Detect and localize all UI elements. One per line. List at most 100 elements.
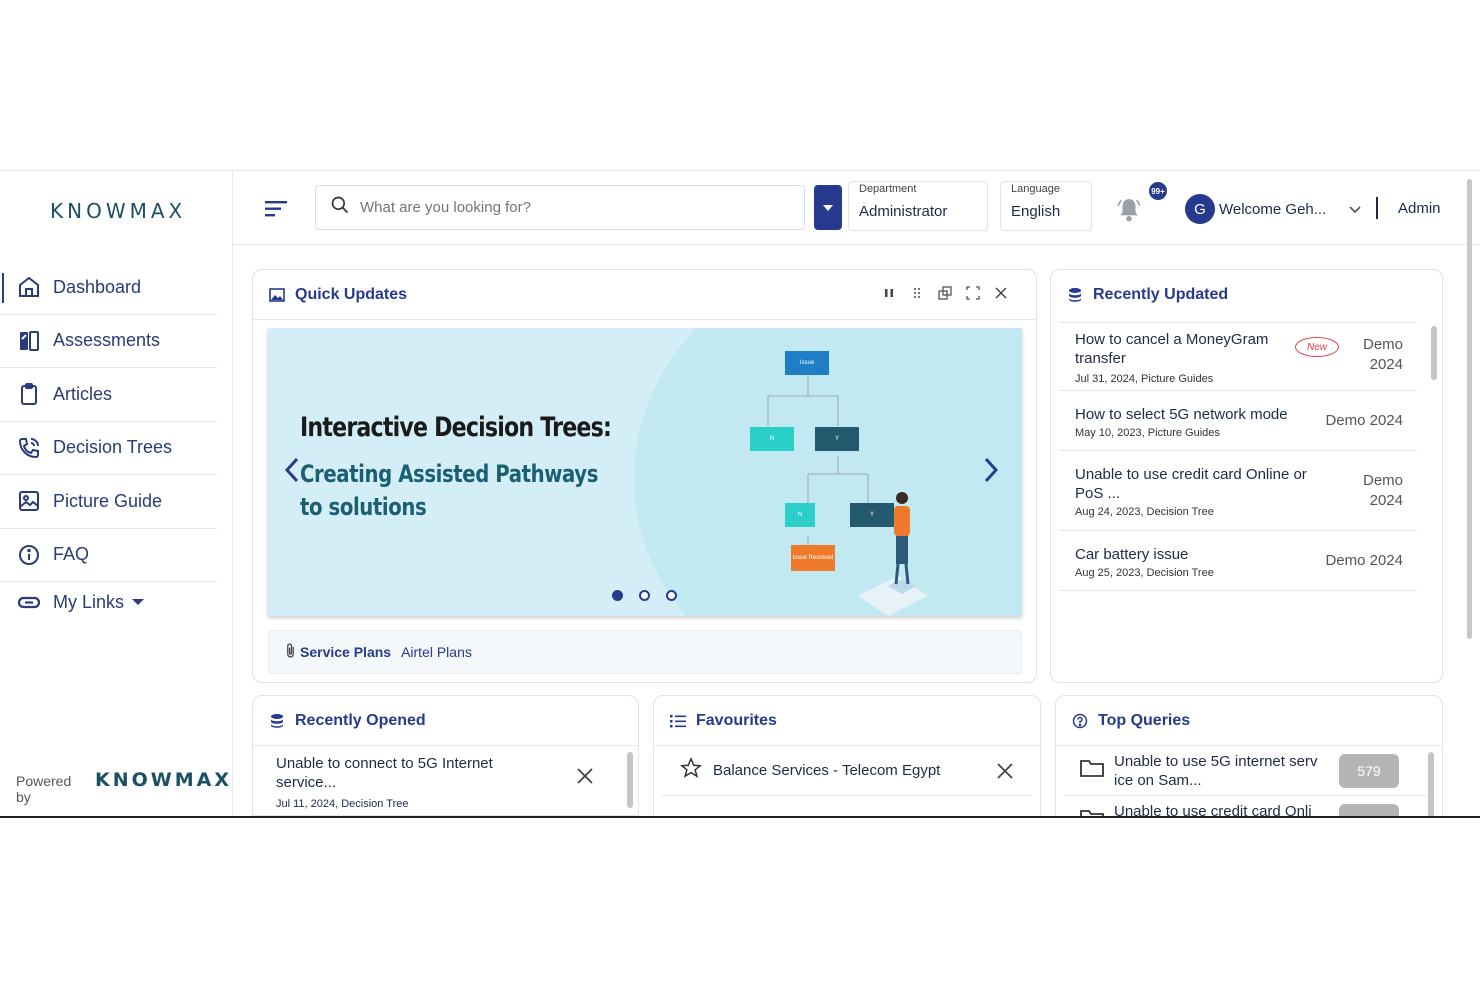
quick-updates-banner[interactable]: Interactive Decision Trees: Creating Ass… — [268, 328, 1022, 616]
service-plans-link[interactable]: Service Plans — [300, 644, 391, 660]
recently-opened-title: Recently Opened — [295, 711, 426, 729]
list-scrollbar[interactable] — [627, 752, 633, 808]
list-scrollbar[interactable] — [1428, 752, 1434, 818]
banner-subheading: Creating Assisted Pathways to solutions — [300, 460, 599, 521]
item-title[interactable]: Unable to use credit card Online or PoS … — [1075, 465, 1330, 503]
item-meta: Aug 24, 2023, Decision Tree — [1075, 506, 1214, 518]
department-value: Administrator — [859, 203, 948, 220]
item-title[interactable]: Unable to connect to 5G Internet service… — [276, 754, 536, 792]
remove-icon[interactable] — [576, 767, 594, 785]
tree-node-yes-2: Y — [850, 503, 894, 527]
item-meta: Jul 11, 2024, Decision Tree — [276, 798, 409, 810]
brand-logo[interactable]: KNOWMAX — [50, 199, 186, 223]
item-title[interactable]: How to cancel a MoneyGram transfer — [1075, 330, 1285, 368]
sidebar-item-articles[interactable]: Articles — [0, 368, 217, 422]
list-scrollbar[interactable] — [1431, 326, 1437, 380]
favourites-title: Favourites — [696, 711, 777, 729]
role-label[interactable]: Admin — [1398, 200, 1441, 217]
pause-icon[interactable] — [882, 286, 896, 300]
item-title[interactable]: Unable to use 5G internet serv ice on Sa… — [1114, 752, 1334, 790]
recently-opened-card: Recently Opened Unable to connect to 5G … — [252, 695, 639, 818]
notification-bell-icon[interactable] — [1116, 197, 1144, 223]
carousel-prev-icon[interactable] — [283, 456, 301, 484]
item-title[interactable]: Car battery issue — [1075, 545, 1285, 564]
tree-node-issue: Issue — [785, 351, 829, 375]
image-icon — [16, 488, 42, 514]
language-select[interactable]: Language English — [1000, 181, 1092, 231]
popout-icon[interactable] — [938, 286, 952, 300]
carousel-next-icon[interactable] — [982, 456, 1000, 484]
tree-node-yes: Y — [815, 427, 859, 451]
sidebar-item-decision-trees[interactable]: Decision Trees — [0, 422, 217, 475]
sidebar-item-label: Dashboard — [53, 276, 142, 297]
department-select[interactable]: Department Administrator — [848, 181, 988, 231]
powered-by: Powered by KNOWMAX — [16, 769, 232, 805]
recently-opened-header: Recently Opened — [253, 696, 638, 746]
list-item[interactable]: How to cancel a MoneyGram transfer New J… — [1059, 323, 1417, 391]
home-icon — [16, 274, 42, 300]
notification-count-badge: 99+ — [1149, 182, 1167, 200]
search-box[interactable] — [315, 185, 805, 230]
new-badge: New — [1295, 337, 1339, 357]
caret-down-icon — [823, 204, 833, 211]
item-tag: Demo 2024 — [1325, 412, 1403, 429]
clipboard-icon — [16, 381, 42, 407]
powered-by-label: Powered by — [16, 773, 72, 805]
list-item[interactable]: Unable to connect to 5G Internet service… — [253, 746, 638, 816]
carousel-dots — [612, 590, 677, 601]
sidebar-item-label: Picture Guide — [53, 490, 163, 511]
powered-by-logo: KNOWMAX — [95, 769, 232, 791]
favourites-card: Favourites Balance Services - Telecom Eg… — [653, 695, 1041, 818]
recently-updated-list: How to cancel a MoneyGram transfer New J… — [1059, 322, 1417, 591]
sidebar-item-dashboard[interactable]: Dashboard — [0, 261, 217, 315]
sidebar-item-label: Decision Trees — [53, 437, 173, 458]
sidebar-item-assessments[interactable]: Assessments — [0, 315, 217, 368]
item-tag: Demo 2024 — [1363, 335, 1403, 375]
page-scrollbar[interactable] — [1467, 179, 1472, 639]
recently-updated-card: Recently Updated How to cancel a MoneyGr… — [1050, 269, 1443, 683]
sidebar-item-picture-guide[interactable]: Picture Guide — [0, 475, 217, 529]
list-item[interactable]: Balance Services - Telecom Egypt — [662, 746, 1032, 796]
fullscreen-icon[interactable] — [966, 286, 980, 300]
top-queries-card: Top Queries Unable to use 5G internet se… — [1055, 695, 1443, 818]
sidebar-item-faq[interactable]: FAQ — [0, 529, 217, 582]
paperclip-icon — [285, 642, 296, 662]
item-title[interactable]: How to select 5G network mode — [1075, 405, 1315, 424]
list-item[interactable]: Car battery issue Aug 25, 2023, Decision… — [1059, 531, 1417, 591]
sidebar-item-my-links[interactable]: My Links — [0, 582, 217, 622]
list-item[interactable]: How to select 5G network mode May 10, 20… — [1059, 391, 1417, 451]
carousel-dot[interactable] — [666, 590, 677, 601]
remove-icon[interactable] — [996, 762, 1014, 780]
list-item[interactable]: Unable to use credit card Online or PoS … — [1059, 451, 1417, 531]
welcome-user-text[interactable]: Welcome Geh... — [1219, 201, 1326, 218]
item-tag: Demo 2024 — [1363, 471, 1403, 511]
drag-handle-icon[interactable] — [910, 286, 924, 300]
image-icon — [269, 287, 285, 302]
banner-heading: Interactive Decision Trees: — [300, 412, 612, 443]
department-label: Department — [859, 183, 917, 195]
phone-icon — [16, 435, 42, 461]
search-filter-dropdown-button[interactable] — [814, 185, 842, 230]
star-icon[interactable] — [679, 756, 703, 784]
tree-node-no-2: N — [785, 503, 815, 527]
menu-toggle-icon[interactable] — [265, 199, 289, 219]
top-header: Department Administrator Language Englis… — [233, 171, 1480, 245]
chevron-down-icon[interactable] — [1348, 202, 1362, 216]
list-item[interactable]: Unable to use 5G internet serv ice on Sa… — [1064, 746, 1434, 796]
item-title[interactable]: Balance Services - Telecom Egypt — [713, 762, 940, 779]
chevron-down-icon — [132, 599, 145, 605]
recently-updated-header: Recently Updated — [1051, 270, 1442, 320]
sidebar-item-label: My Links — [53, 591, 125, 612]
close-icon[interactable] — [994, 286, 1008, 300]
top-queries-title: Top Queries — [1098, 711, 1191, 729]
item-tag-line: 2024 — [1369, 492, 1403, 509]
language-value: English — [1011, 203, 1061, 220]
search-input[interactable] — [360, 199, 780, 216]
database-icon — [1069, 288, 1081, 302]
carousel-dot[interactable] — [639, 590, 650, 601]
avatar[interactable]: G — [1185, 194, 1215, 224]
airtel-plans-link[interactable]: Airtel Plans — [401, 644, 472, 660]
link-icon — [16, 589, 42, 615]
carousel-dot[interactable] — [612, 590, 623, 601]
list-item[interactable]: Unable to use credit card Onli — [1064, 796, 1434, 818]
